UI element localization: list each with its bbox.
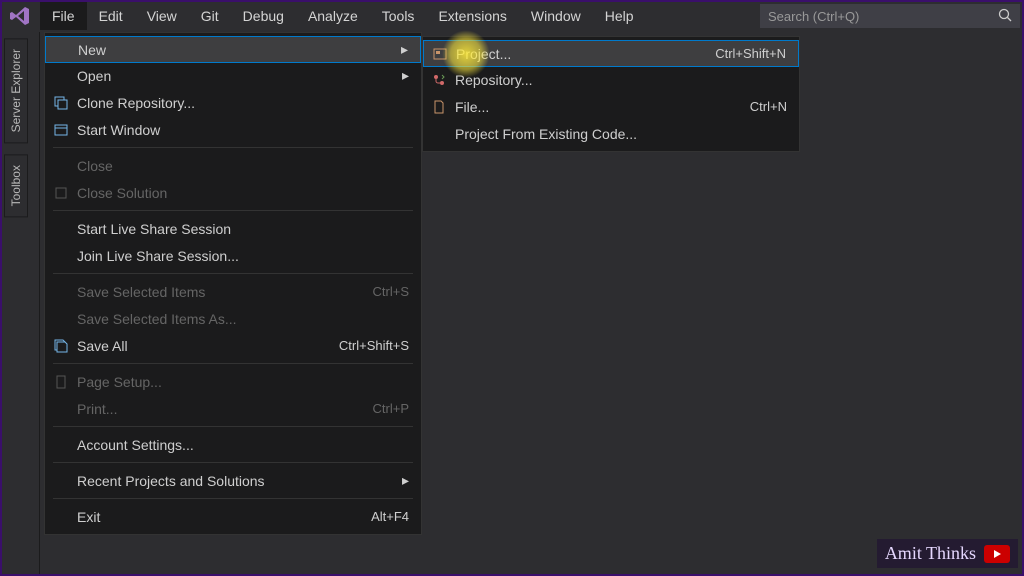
- submenu-arrow-icon: ▸: [395, 472, 409, 489]
- menu-shortcut: Ctrl+Shift+N: [705, 46, 786, 61]
- search-icon: [998, 8, 1012, 22]
- save-all-icon: [49, 338, 73, 354]
- file-close: Close: [45, 152, 421, 179]
- menu-label: Page Setup...: [73, 374, 409, 390]
- menu-label: Print...: [73, 401, 363, 417]
- menu-label: Account Settings...: [73, 437, 409, 453]
- menu-label: Open: [73, 68, 395, 84]
- menu-label: Project From Existing Code...: [451, 126, 787, 142]
- separator: [53, 426, 413, 427]
- project-icon: [428, 46, 452, 62]
- file-close-solution: Close Solution: [45, 179, 421, 206]
- submenu-arrow-icon: ▸: [394, 41, 408, 58]
- menu-label: Start Window: [73, 122, 409, 138]
- menu-shortcut: Ctrl+P: [363, 401, 409, 416]
- menu-window[interactable]: Window: [519, 2, 593, 30]
- menu-shortcut: Ctrl+N: [740, 99, 787, 114]
- file-account-settings[interactable]: Account Settings...: [45, 431, 421, 458]
- new-file[interactable]: File... Ctrl+N: [423, 93, 799, 120]
- watermark: Amit Thinks: [877, 539, 1018, 568]
- menu-label: Join Live Share Session...: [73, 248, 409, 264]
- file-clone-repository[interactable]: Clone Repository...: [45, 89, 421, 116]
- new-project-from-existing[interactable]: Project From Existing Code...: [423, 120, 799, 147]
- menu-label: New: [74, 42, 394, 58]
- repository-icon: [427, 72, 451, 88]
- menu-label: Project...: [452, 46, 705, 62]
- menu-shortcut: Alt+F4: [361, 509, 409, 524]
- file-menu-dropdown: New ▸ Open ▸ Clone Repository... Start W…: [44, 32, 422, 535]
- watermark-text: Amit Thinks: [885, 543, 976, 564]
- submenu-arrow-icon: ▸: [395, 67, 409, 84]
- file-print: Print... Ctrl+P: [45, 395, 421, 422]
- file-exit[interactable]: Exit Alt+F4: [45, 503, 421, 530]
- file-save-selected-as: Save Selected Items As...: [45, 305, 421, 332]
- menu-label: Save Selected Items: [73, 284, 363, 300]
- menu-label: Close Solution: [73, 185, 409, 201]
- new-project[interactable]: Project... Ctrl+Shift+N: [423, 40, 799, 67]
- menu-label: Exit: [73, 509, 361, 525]
- separator: [53, 273, 413, 274]
- new-repository[interactable]: Repository...: [423, 66, 799, 93]
- search-input[interactable]: Search (Ctrl+Q): [760, 4, 1020, 28]
- side-tab-server-explorer[interactable]: Server Explorer: [4, 38, 28, 143]
- menubar: File Edit View Git Debug Analyze Tools E…: [0, 0, 1024, 32]
- menu-file[interactable]: File: [40, 2, 87, 30]
- file-new[interactable]: New ▸: [45, 36, 421, 63]
- menu-label: Recent Projects and Solutions: [73, 473, 395, 489]
- menu-shortcut: Ctrl+S: [363, 284, 409, 299]
- file-open[interactable]: Open ▸: [45, 62, 421, 89]
- menu-analyze[interactable]: Analyze: [296, 2, 370, 30]
- search-placeholder: Search (Ctrl+Q): [768, 9, 859, 24]
- menu-git[interactable]: Git: [189, 2, 231, 30]
- clone-icon: [49, 95, 73, 111]
- menu-label: Save All: [73, 338, 329, 354]
- page-setup-icon: [49, 374, 73, 390]
- file-start-live-share[interactable]: Start Live Share Session: [45, 215, 421, 242]
- file-join-live-share[interactable]: Join Live Share Session...: [45, 242, 421, 269]
- side-tab-toolbox[interactable]: Toolbox: [4, 154, 28, 217]
- file-start-window[interactable]: Start Window: [45, 116, 421, 143]
- new-submenu: Project... Ctrl+Shift+N Repository... Fi…: [422, 36, 800, 152]
- menu-label: Start Live Share Session: [73, 221, 409, 237]
- menu-debug[interactable]: Debug: [231, 2, 296, 30]
- menu-view[interactable]: View: [135, 2, 189, 30]
- separator: [53, 498, 413, 499]
- menu-label: File...: [451, 99, 740, 115]
- file-save-all[interactable]: Save All Ctrl+Shift+S: [45, 332, 421, 359]
- menu-extensions[interactable]: Extensions: [426, 2, 518, 30]
- start-window-icon: [49, 122, 73, 138]
- app-logo: [0, 6, 40, 26]
- close-solution-icon: [49, 185, 73, 201]
- file-page-setup: Page Setup...: [45, 368, 421, 395]
- menu-label: Close: [73, 158, 409, 174]
- menu-label: Save Selected Items As...: [73, 311, 409, 327]
- separator: [53, 210, 413, 211]
- youtube-icon: [984, 545, 1010, 563]
- separator: [53, 363, 413, 364]
- separator: [53, 147, 413, 148]
- file-icon: [427, 99, 451, 115]
- separator: [53, 462, 413, 463]
- menu-help[interactable]: Help: [593, 2, 646, 30]
- menu-tools[interactable]: Tools: [370, 2, 427, 30]
- menu-label: Repository...: [451, 72, 787, 88]
- menu-label: Clone Repository...: [73, 95, 409, 111]
- file-save-selected: Save Selected Items Ctrl+S: [45, 278, 421, 305]
- menu-edit[interactable]: Edit: [87, 2, 135, 30]
- file-recent-projects[interactable]: Recent Projects and Solutions ▸: [45, 467, 421, 494]
- side-strip: Server Explorer Toolbox: [0, 32, 40, 576]
- menu-shortcut: Ctrl+Shift+S: [329, 338, 409, 353]
